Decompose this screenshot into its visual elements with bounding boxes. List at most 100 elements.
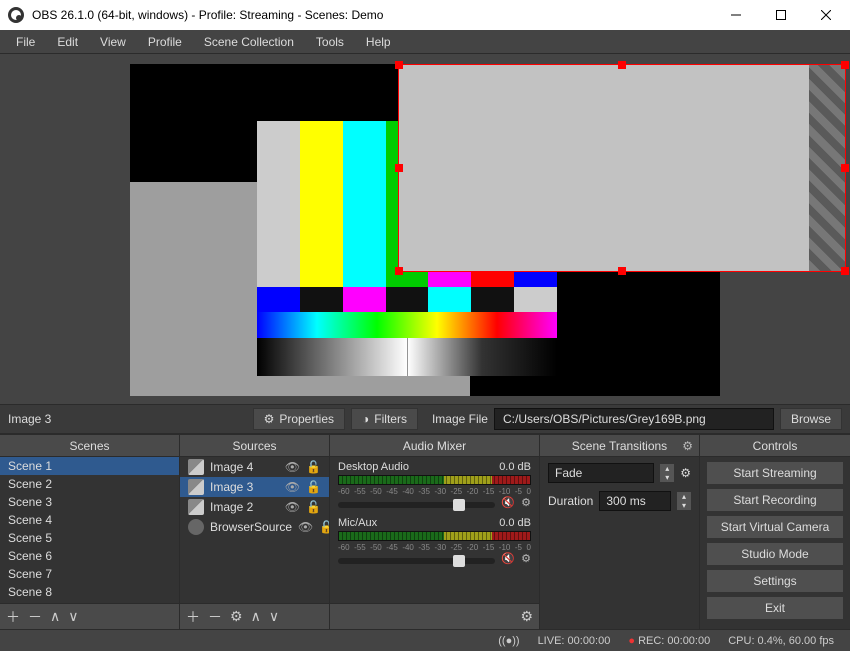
filters-icon: ◑ [362,412,369,426]
scene-item[interactable]: Scene 4 [0,511,179,529]
source-item[interactable]: Image 4👁🔓 [180,457,329,477]
control-start-virtual-camera[interactable]: Start Virtual Camera [706,515,844,539]
control-start-streaming[interactable]: Start Streaming [706,461,844,485]
image-icon [188,459,204,475]
mixer-channel: Desktop Audio0.0 dB-60-55-50-45-40-35-30… [330,457,539,513]
source-image3-selected[interactable] [398,64,846,272]
visibility-toggle[interactable]: 👁 [285,480,300,494]
transition-gear-icon[interactable]: ⚙ [680,466,691,480]
preview-area[interactable] [0,54,850,404]
vu-meter [338,475,531,485]
scene-item[interactable]: Scene 3 [0,493,179,511]
source-item[interactable]: Image 2👁🔓 [180,497,329,517]
transitions-settings-button[interactable]: ⚙ [682,439,693,453]
menu-help[interactable]: Help [356,32,401,52]
image-icon [188,499,204,515]
scene-up-button[interactable]: ∧ [50,608,60,625]
visibility-toggle[interactable]: 👁 [285,460,300,474]
channel-name: Desktop Audio [338,461,409,473]
duration-input[interactable]: 300 ms [599,491,671,511]
lock-toggle[interactable]: 🔓 [306,500,321,514]
volume-slider[interactable] [338,558,495,564]
scenes-list[interactable]: Scene 1Scene 2Scene 3Scene 4Scene 5Scene… [0,457,179,603]
vu-meter [338,531,531,541]
live-time: LIVE: 00:00:00 [538,635,611,647]
gear-icon: ⚙ [264,412,275,426]
maximize-button[interactable] [758,0,803,30]
browse-button[interactable]: Browse [780,408,842,430]
mute-button[interactable]: 🔇 [501,496,515,509]
transitions-dock: Scene Transitions ⚙ Fade ▴▾ ⚙ Duration 3… [540,435,700,629]
control-settings[interactable]: Settings [706,569,844,593]
add-source-button[interactable]: ＋ [186,607,200,627]
source-item[interactable]: BrowserSource 👁 🔓 [180,517,329,537]
scene-item[interactable]: Scene 8 [0,583,179,601]
mixer-settings-button[interactable]: ⚙ [520,608,533,625]
controls-dock: Controls Start Streaming Start Recording S… [700,435,850,629]
resize-handle-s[interactable] [618,267,626,275]
control-studio-mode[interactable]: Studio Mode [706,542,844,566]
channel-name: Mic/Aux [338,517,377,529]
menu-edit[interactable]: Edit [47,32,88,52]
preview-canvas [130,64,720,396]
lock-toggle[interactable]: 🔓 [306,480,321,494]
window-title: OBS 26.1.0 (64-bit, windows) - Profile: … [32,8,713,22]
source-item[interactable]: Image 3 👁 🔓 [180,477,329,497]
scene-item[interactable]: Scene 6 [0,547,179,565]
source-properties-button[interactable]: ⚙ [230,608,243,625]
menu-file[interactable]: File [6,32,45,52]
trans-up[interactable]: ▴ [660,464,674,473]
resize-handle-sw[interactable] [395,267,403,275]
source-up-button[interactable]: ∧ [251,608,261,625]
scene-item[interactable]: Scene 2 [0,475,179,493]
image-icon [188,479,204,495]
scene-down-button[interactable]: ∨ [68,608,78,625]
scene-item[interactable]: Scene 7 [0,565,179,583]
overflow-hatch [809,65,845,271]
rec-time: REC: 00:00:00 [638,635,710,647]
source-label: BrowserSource [210,520,292,534]
lock-toggle[interactable]: 🔓 [306,460,321,474]
mute-button[interactable]: 🔇 [501,552,515,565]
channel-settings-button[interactable]: ⚙ [521,552,531,565]
close-button[interactable] [803,0,848,30]
trans-down[interactable]: ▾ [660,473,674,482]
filters-button[interactable]: ◑ Filters [351,408,418,430]
add-scene-button[interactable]: ＋ [6,607,20,627]
image-file-label: Image File [432,412,488,426]
source-label: Image 3 [210,480,279,494]
source-down-button[interactable]: ∨ [269,608,279,625]
properties-button[interactable]: ⚙ Properties [253,408,345,430]
remove-scene-button[interactable]: － [28,607,42,627]
visibility-toggle[interactable]: 👁 [298,520,313,534]
dur-up[interactable]: ▴ [677,492,691,501]
control-start-recording[interactable]: Start Recording [706,488,844,512]
menu-tools[interactable]: Tools [306,32,354,52]
volume-slider[interactable] [338,502,495,508]
resize-handle-e[interactable] [841,164,849,172]
resize-handle-ne[interactable] [841,61,849,69]
mixer-header: Audio Mixer [330,435,539,457]
dur-down[interactable]: ▾ [677,501,691,510]
menu-scene-collection[interactable]: Scene Collection [194,32,304,52]
remove-source-button[interactable]: － [208,607,222,627]
resize-handle-nw[interactable] [395,61,403,69]
controls-header: Controls [700,435,850,457]
scene-item[interactable]: Scene 5 [0,529,179,547]
minimize-button[interactable] [713,0,758,30]
transition-type-select[interactable]: Fade [548,463,654,483]
titlebar: OBS 26.1.0 (64-bit, windows) - Profile: … [0,0,850,30]
resize-handle-se[interactable] [841,267,849,275]
resize-handle-w[interactable] [395,164,403,172]
sources-header: Sources [180,435,329,457]
sources-list[interactable]: Image 4👁🔓Image 3👁🔓Image 2👁🔓BrowserSource… [180,457,329,603]
menu-view[interactable]: View [90,32,136,52]
channel-settings-button[interactable]: ⚙ [521,496,531,509]
menu-profile[interactable]: Profile [138,32,192,52]
resize-handle-n[interactable] [618,61,626,69]
scene-item[interactable]: Scene 1 [0,457,179,475]
visibility-toggle[interactable]: 👁 [285,500,300,514]
lock-toggle[interactable]: 🔓 [319,520,329,534]
image-file-path[interactable]: C:/Users/OBS/Pictures/Grey169B.png [494,408,774,430]
control-exit[interactable]: Exit [706,596,844,620]
